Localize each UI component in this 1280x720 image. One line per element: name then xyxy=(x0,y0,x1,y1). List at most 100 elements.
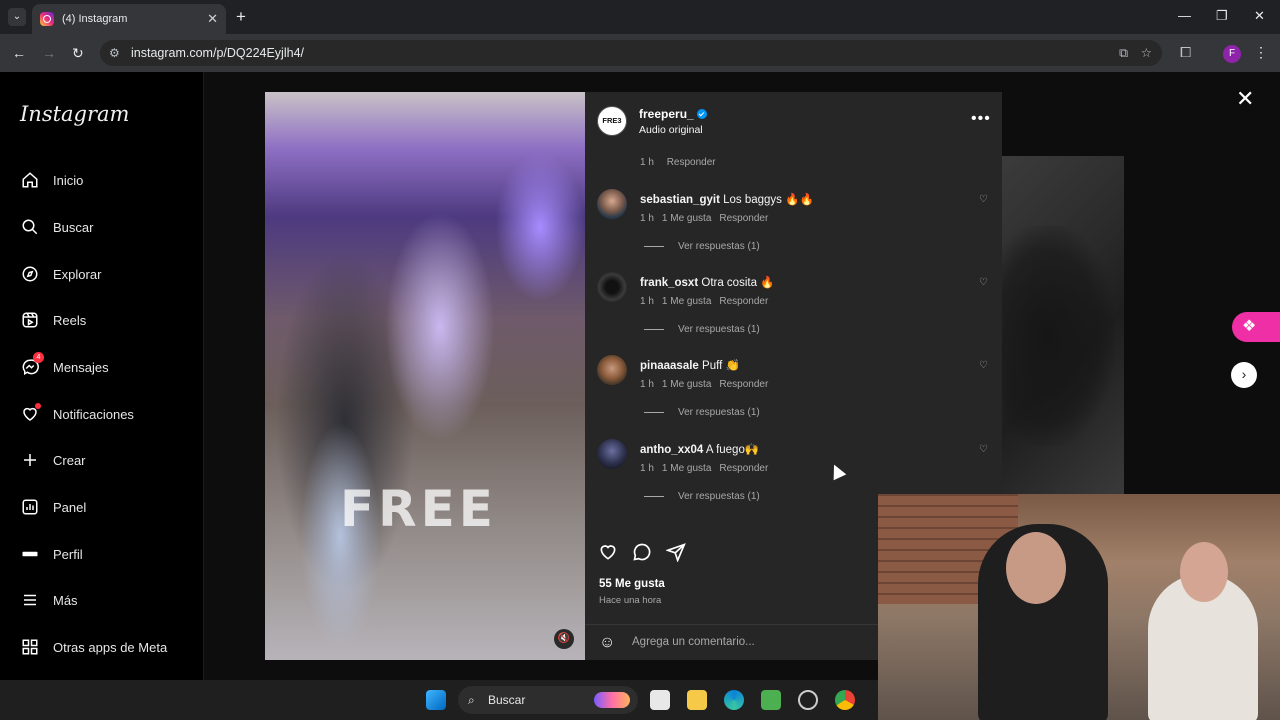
post-username[interactable]: freeperu_ xyxy=(639,107,694,121)
view-replies-button[interactable]: Ver respuestas (1) xyxy=(644,491,760,502)
next-post-preview-image[interactable] xyxy=(1002,156,1124,494)
messages-badge: 4 xyxy=(33,352,44,363)
back-arrow-icon[interactable]: ← xyxy=(12,45,26,61)
comment-likes[interactable]: 1 Me gusta xyxy=(662,463,711,474)
settings-gear-icon[interactable] xyxy=(798,690,818,710)
browser-tab-instagram[interactable]: (4) Instagram ✕ xyxy=(32,4,226,34)
reply-button[interactable]: Responder xyxy=(719,213,768,224)
bookmark-star-icon[interactable]: ☆ xyxy=(1141,40,1152,66)
tab-close-icon[interactable]: ✕ xyxy=(207,11,218,27)
sidebar-item-notificaciones[interactable]: Notificaciones xyxy=(20,403,134,424)
sidebar-item-mas[interactable]: Más xyxy=(20,590,78,610)
post-header: FRE3 freeperu_ Audio original ••• xyxy=(585,92,1002,150)
reply-button[interactable]: Responder xyxy=(719,463,768,474)
view-replies-button[interactable]: Ver respuestas (1) xyxy=(644,407,760,418)
like-heart-icon[interactable] xyxy=(598,542,618,567)
emoji-icon[interactable]: ☺ xyxy=(599,634,615,652)
sidebar-item-mensajes[interactable]: 4 Mensajes xyxy=(20,352,109,377)
comment-username[interactable]: antho_xx04 xyxy=(640,444,703,456)
reload-icon[interactable]: ↻ xyxy=(72,45,84,62)
likes-count[interactable]: 55 Me gusta xyxy=(599,578,665,590)
avatar[interactable] xyxy=(597,439,627,469)
comment-likes[interactable]: 1 Me gusta xyxy=(662,296,711,307)
url-text: instagram.com/p/DQ224Eyjlh4/ xyxy=(131,46,304,60)
minimize-button[interactable]: — xyxy=(1178,8,1191,23)
tab-search-dropdown-icon[interactable]: ⌄ xyxy=(8,8,26,26)
more-options-icon[interactable]: ••• xyxy=(971,110,991,128)
windows-start-icon[interactable] xyxy=(426,690,446,710)
edge-icon[interactable] xyxy=(724,690,744,710)
comment-time: 1 h xyxy=(640,213,654,224)
view-replies-button[interactable]: Ver respuestas (1) xyxy=(644,241,760,252)
comment-text: frank_osxt Otra cosita 🔥 xyxy=(640,275,775,289)
browser-tab-bar: ⌄ (4) Instagram ✕ + — ❐ ✕ xyxy=(0,0,1280,34)
comment-like-heart-icon[interactable]: ♡ xyxy=(979,360,988,371)
sidebar-item-panel[interactable]: Panel xyxy=(20,497,86,517)
sidebar-item-inicio[interactable]: Inicio xyxy=(20,170,83,190)
store-icon[interactable] xyxy=(650,690,670,710)
comment-username[interactable]: frank_osxt xyxy=(640,277,698,289)
file-explorer-icon[interactable] xyxy=(687,690,707,710)
reply-button[interactable]: Responder xyxy=(667,157,716,168)
address-bar[interactable]: ⚙ instagram.com/p/DQ224Eyjlh4/ ⧉ ☆ xyxy=(100,40,1162,66)
search-highlight-icon xyxy=(594,692,630,708)
profile-avatar[interactable]: F xyxy=(1223,45,1241,63)
sidebar-item-reels[interactable]: Reels xyxy=(20,310,86,330)
audio-link[interactable]: Audio original xyxy=(639,124,703,136)
notification-dot xyxy=(35,403,41,409)
comment-like-heart-icon[interactable]: ♡ xyxy=(979,444,988,455)
sidebar-item-crear[interactable]: Crear xyxy=(20,450,86,470)
sidebar-item-label: Mensajes xyxy=(53,359,109,375)
maximize-button[interactable]: ❐ xyxy=(1216,8,1228,24)
video-watermark-text: FREE xyxy=(340,480,497,538)
sidebar-item-buscar[interactable]: Buscar xyxy=(20,217,93,237)
reply-button[interactable]: Responder xyxy=(719,296,768,307)
comment-meta: 1 h 1 Me gusta Responder xyxy=(640,213,776,224)
search-icon xyxy=(20,217,40,237)
next-post-chevron-icon[interactable]: › xyxy=(1231,362,1257,388)
chart-icon xyxy=(20,497,40,517)
notepad-icon[interactable] xyxy=(761,690,781,710)
mute-icon[interactable]: 🔇 xyxy=(554,629,574,649)
menu-icon xyxy=(20,590,40,610)
avatar[interactable] xyxy=(597,189,627,219)
compass-icon xyxy=(20,264,40,284)
post-author[interactable]: freeperu_ xyxy=(639,107,707,121)
floating-extension-icon[interactable]: ❖ xyxy=(1232,312,1280,342)
post-video[interactable]: FREE 🔇 xyxy=(265,92,585,660)
reply-button[interactable]: Responder xyxy=(719,379,768,390)
browser-menu-icon[interactable]: ⋮ xyxy=(1254,44,1268,61)
share-send-icon[interactable] xyxy=(665,542,686,567)
forward-arrow-icon[interactable]: → xyxy=(42,45,56,61)
comment-bubble-icon[interactable] xyxy=(632,542,652,567)
chrome-icon[interactable] xyxy=(835,690,855,710)
meta-apps-icon xyxy=(20,637,40,657)
sidebar: Instagram Inicio Buscar Explorar Reels 4… xyxy=(0,72,204,680)
new-tab-button[interactable]: + xyxy=(236,7,246,27)
view-replies-button[interactable]: Ver respuestas (1) xyxy=(644,324,760,335)
instagram-logo[interactable]: Instagram xyxy=(20,102,129,126)
comment-time: 1 h xyxy=(640,463,654,474)
site-settings-icon[interactable]: ⚙ xyxy=(109,40,120,66)
comment-like-heart-icon[interactable]: ♡ xyxy=(979,194,988,205)
comment-username[interactable]: sebastian_gyit xyxy=(640,194,720,206)
close-modal-icon[interactable]: ✕ xyxy=(1236,86,1254,112)
comment-like-heart-icon[interactable]: ♡ xyxy=(979,277,988,288)
comment-text: antho_xx04 A fuego🙌 xyxy=(640,442,759,456)
close-window-button[interactable]: ✕ xyxy=(1254,8,1265,24)
install-app-icon[interactable]: ⧉ xyxy=(1119,40,1128,66)
taskbar-search[interactable]: ⌕ Buscar xyxy=(458,686,638,714)
extensions-icon[interactable]: ⧠ xyxy=(1180,44,1191,61)
avatar[interactable]: FRE3 xyxy=(597,106,627,136)
sidebar-item-otras-apps[interactable]: Otras apps de Meta xyxy=(20,637,167,657)
avatar[interactable] xyxy=(597,272,627,302)
sidebar-item-explorar[interactable]: Explorar xyxy=(20,264,101,284)
comment-time: 1 h xyxy=(640,157,654,168)
add-comment-input[interactable]: Agrega un comentario... xyxy=(632,636,755,648)
avatar[interactable] xyxy=(597,355,627,385)
verified-badge-icon xyxy=(696,109,707,119)
comment-likes[interactable]: 1 Me gusta xyxy=(662,213,711,224)
comment-username[interactable]: pinaaasale xyxy=(640,360,699,372)
comment-likes[interactable]: 1 Me gusta xyxy=(662,379,711,390)
sidebar-item-perfil[interactable]: Perfil xyxy=(20,544,83,564)
